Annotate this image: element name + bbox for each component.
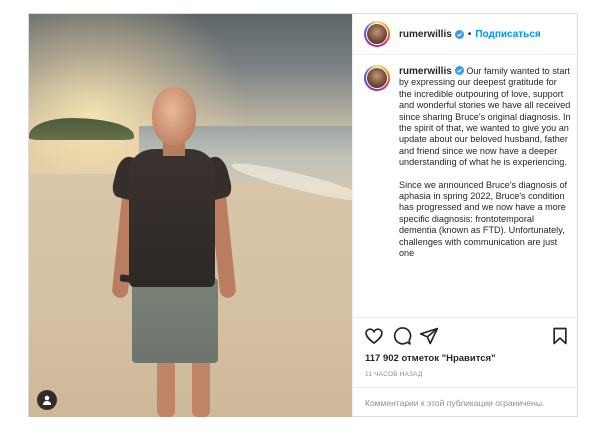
caption-body-1: Our family wanted to start by expressing…	[399, 66, 571, 168]
likes-count[interactable]: 117 902 отметок "Нравится"	[365, 353, 496, 364]
follow-button[interactable]: Подписаться	[475, 29, 540, 40]
share-icon[interactable]	[419, 326, 439, 346]
caption-username[interactable]: rumerwillis	[399, 66, 452, 77]
author-username[interactable]: rumerwillis	[399, 29, 452, 40]
person-shirt	[129, 149, 215, 287]
caption-text: rumerwillis Our family wanted to start b…	[399, 66, 571, 260]
heart-icon[interactable]	[364, 326, 384, 346]
verified-badge-icon	[454, 29, 464, 39]
tagged-users-button[interactable]	[37, 390, 57, 410]
post-side-panel: rumerwillis • Подписаться rumerwillis Ou…	[352, 14, 579, 417]
action-icons	[364, 326, 570, 348]
author-avatar[interactable]	[364, 21, 390, 47]
post-photo[interactable]	[29, 14, 352, 417]
caption-paragraph-1: rumerwillis Our family wanted to start b…	[399, 66, 571, 169]
verified-badge-icon	[454, 66, 464, 75]
person-leg-left	[157, 359, 175, 417]
instagram-post: rumerwillis • Подписаться rumerwillis Ou…	[28, 13, 579, 417]
person-leg-right	[192, 359, 210, 417]
post-timestamp[interactable]: 11 часов назад	[365, 371, 422, 378]
caption-area: rumerwillis Our family wanted to start b…	[353, 55, 579, 317]
user-tag-icon	[42, 395, 52, 405]
post-header: rumerwillis • Подписаться	[353, 14, 579, 55]
caption-paragraph-2: Since we announced Bruce's diagnosis of …	[399, 179, 568, 259]
comments-disabled-notice: Комментарии к этой публикации ограничены…	[353, 387, 579, 417]
bookmark-icon[interactable]	[550, 326, 570, 346]
person-head	[152, 87, 196, 145]
caption-author-avatar[interactable]	[364, 65, 390, 91]
header-separator: •	[467, 28, 472, 40]
person-shorts	[132, 277, 218, 363]
comment-icon[interactable]	[392, 326, 412, 346]
